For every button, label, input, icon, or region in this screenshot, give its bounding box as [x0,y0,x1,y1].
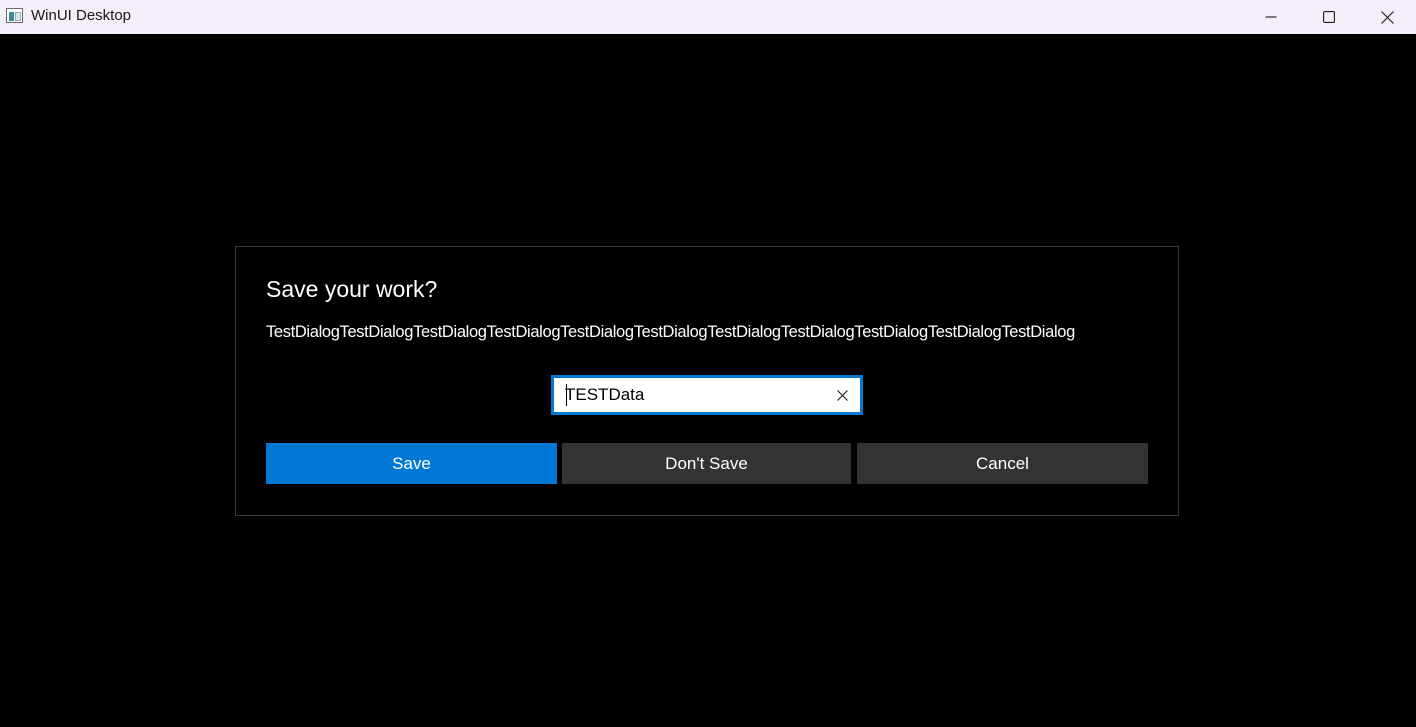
title-bar[interactable]: WinUI Desktop [0,0,1416,34]
dialog-text-input[interactable] [565,377,815,413]
app-icon-pane-right [15,12,21,21]
app-icon-pane-left [9,12,14,21]
dialog-title: Save your work? [266,276,438,302]
cancel-button[interactable]: Cancel [857,443,1148,484]
text-caret [566,384,567,406]
app-window: WinUI Desktop Save your work? TestDialog… [0,0,1416,727]
dialog-content-text: TestDialogTestDialogTestDialogTestDialog… [266,323,1075,341]
window-title: WinUI Desktop [31,7,132,24]
maximize-icon [1323,11,1335,23]
clear-icon [836,389,848,401]
dialog-text-box[interactable] [551,375,863,415]
dont-save-button[interactable]: Don't Save [562,443,851,484]
maximize-button[interactable] [1300,0,1358,34]
app-window-icon [6,8,23,23]
minimize-icon [1265,16,1277,18]
clear-text-button[interactable] [827,380,857,410]
close-icon [1380,10,1394,24]
minimize-button[interactable] [1242,0,1300,34]
save-button[interactable]: Save [266,443,557,484]
close-button[interactable] [1358,0,1416,34]
content-dialog: Save your work? TestDialogTestDialogTest… [235,246,1179,516]
